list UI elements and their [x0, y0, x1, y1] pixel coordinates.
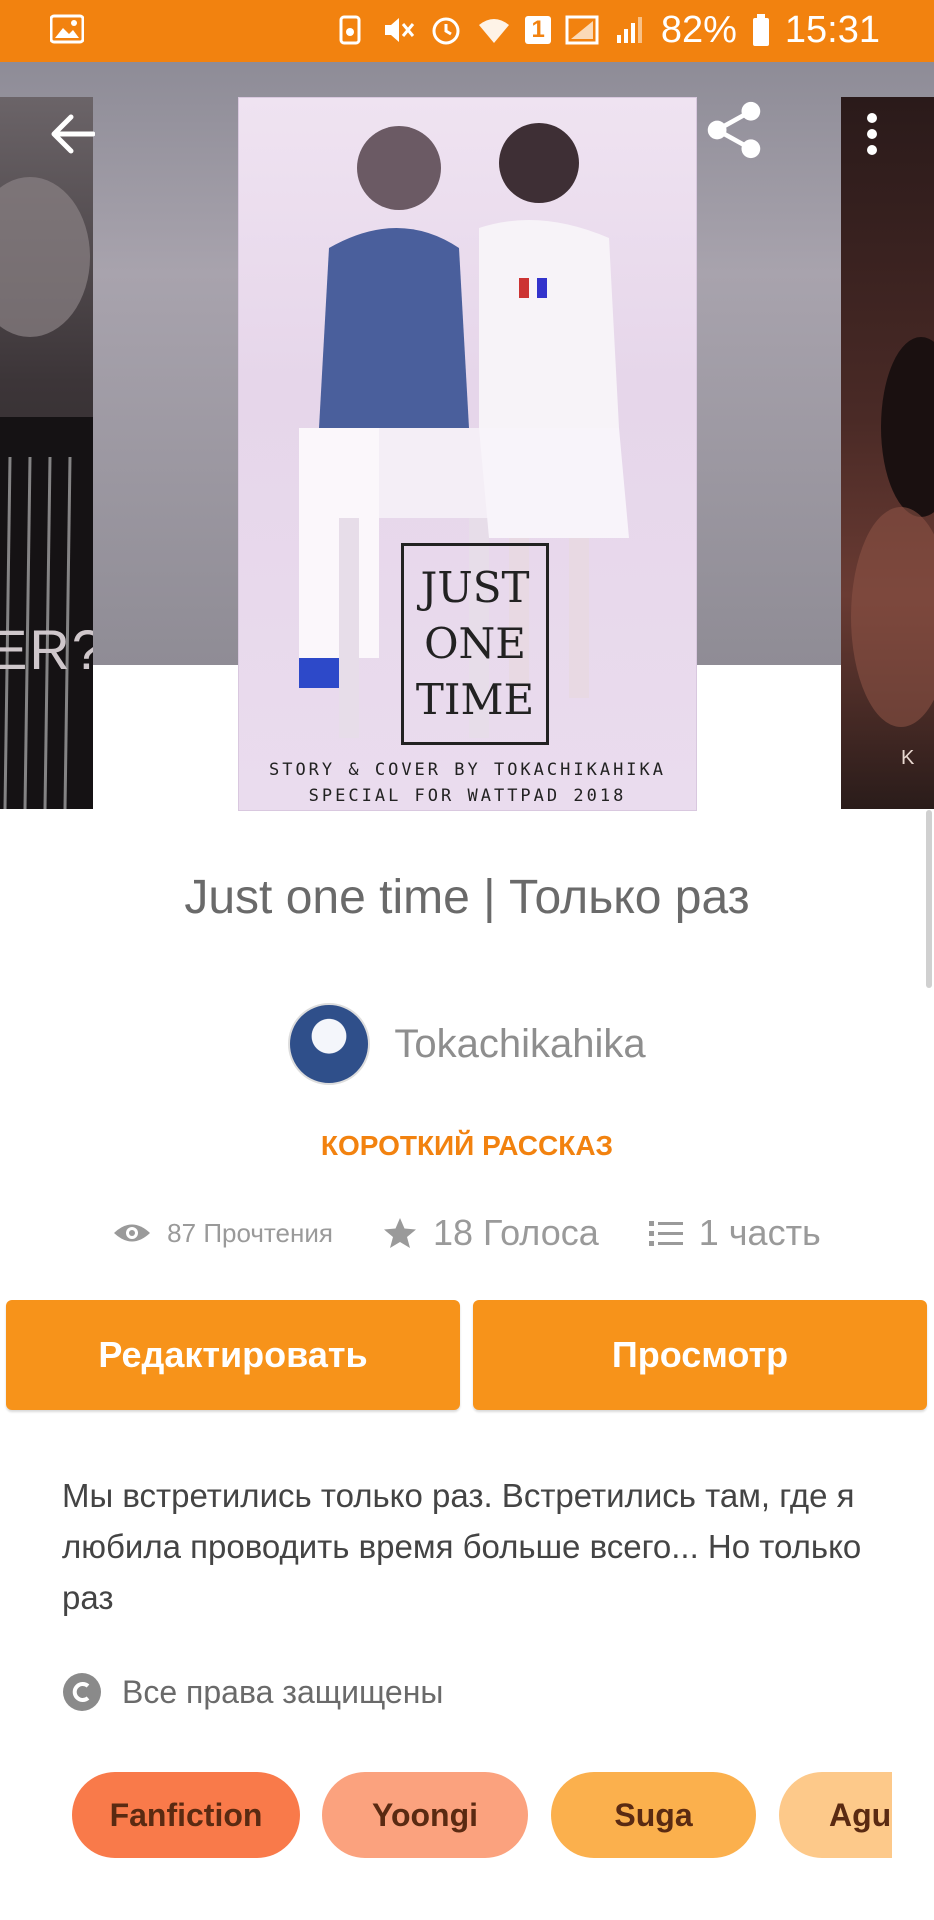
copyright-text: Все права защищены — [122, 1673, 444, 1710]
signal-2-icon — [616, 17, 642, 43]
eye-icon — [114, 1224, 151, 1242]
signal-icon — [565, 15, 599, 45]
tag-list: Fanfiction Yoongi Suga Agust — [72, 1772, 892, 1858]
tag-yoongi[interactable]: Yoongi — [322, 1772, 528, 1858]
parts-stat[interactable]: 1 часть — [648, 1212, 821, 1254]
cover-title-line-2: ONE — [424, 619, 526, 668]
cover-credit-line-1: STORY & COVER BY TOKACHIKAHIKA — [268, 760, 667, 780]
votes-stat: 18 Голоса — [383, 1212, 599, 1254]
sim-badge: 1 — [525, 16, 551, 44]
next-cover-art — [851, 337, 934, 727]
gallery-notification-icon — [50, 14, 84, 44]
parts-count: 1 часть — [698, 1212, 821, 1253]
list-icon — [648, 1221, 683, 1246]
cover-title-line-3: TIME — [415, 675, 535, 724]
avatar[interactable] — [288, 1003, 371, 1085]
author-name[interactable]: Tokachikahika — [394, 1022, 645, 1067]
tag-agust[interactable]: Agust — [779, 1772, 892, 1858]
next-story-cover[interactable]: K — [841, 97, 934, 809]
story-stats: 87 Прочтения 18 Голоса 1 часть — [0, 1212, 934, 1254]
edit-button[interactable]: Редактировать — [6, 1300, 460, 1410]
previous-cover-text: ER? — [0, 618, 93, 681]
battery-icon — [752, 14, 769, 46]
story-cover[interactable]: JUST ONE TIME STORY & COVER BY TOKACHIKA… — [238, 97, 697, 811]
status-bar: 1 82% 15:31 — [0, 0, 934, 62]
back-button[interactable] — [42, 104, 102, 164]
next-cover-text: K — [901, 747, 915, 769]
story-title: Just one time | Только раз — [184, 871, 750, 924]
copyright-row: Все права защищены — [62, 1672, 443, 1712]
author-row[interactable]: Tokachikahika — [0, 1003, 934, 1085]
view-button[interactable]: Просмотр — [473, 1300, 927, 1410]
wifi-icon — [479, 19, 510, 43]
copyright-icon — [63, 1673, 101, 1711]
story-description: Мы встретились только раз. Встретились т… — [62, 1477, 862, 1616]
previous-story-cover[interactable]: ER? — [0, 97, 93, 809]
status-icons: 1 82% 15:31 — [333, 8, 880, 52]
alarm-icon — [432, 17, 460, 45]
cover-credit-line-2: SPECIAL FOR WATTPAD 2018 — [308, 786, 627, 806]
clock: 15:31 — [784, 8, 880, 51]
share-button[interactable] — [704, 100, 764, 160]
battery-percent: 82% — [660, 8, 737, 51]
more-vert-icon — [867, 113, 877, 155]
previous-cover-art — [0, 177, 93, 809]
cover-title-box: JUST ONE TIME — [401, 543, 549, 745]
more-options-button[interactable] — [842, 104, 902, 164]
data-saver-icon — [339, 15, 361, 45]
tag-fanfiction[interactable]: Fanfiction — [72, 1772, 300, 1858]
tag-suga[interactable]: Suga — [551, 1772, 756, 1858]
mute-icon — [385, 18, 415, 42]
arrow-left-icon — [51, 114, 95, 154]
reads-stat: 87 Прочтения — [113, 1218, 333, 1249]
votes-count: 18 Голоса — [432, 1212, 599, 1253]
star-icon — [383, 1218, 416, 1248]
share-icon — [707, 101, 761, 159]
story-category[interactable]: КОРОТКИЙ РАССКАЗ — [0, 1130, 934, 1162]
cover-title-line-1: JUST — [420, 563, 530, 612]
reads-count: 87 Прочтения — [167, 1217, 333, 1248]
